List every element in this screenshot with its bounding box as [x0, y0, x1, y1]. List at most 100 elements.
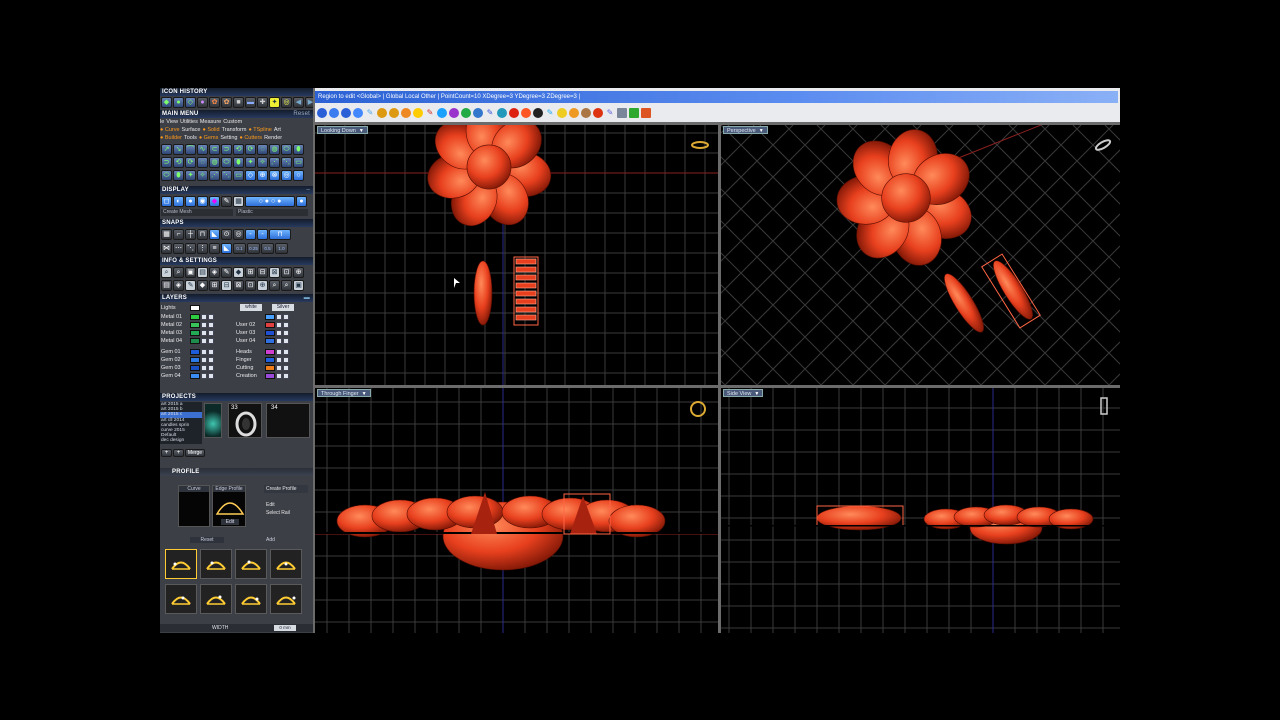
snap-value[interactable]: 0.5	[261, 243, 274, 254]
curve-tool-icon[interactable]: ⟳	[185, 157, 196, 168]
toolbar-tool-icon[interactable]	[569, 107, 579, 118]
menu-item[interactable]: View	[166, 119, 178, 125]
menu-item[interactable]: Render	[264, 135, 282, 141]
toolbar-tool-icon[interactable]	[461, 107, 471, 118]
layer-color-swatch[interactable]	[265, 356, 275, 363]
toolbar-tool-icon[interactable]	[401, 107, 411, 118]
history-icon[interactable]: ✚	[257, 97, 268, 108]
menu-item[interactable]: ● Solid	[203, 127, 220, 133]
snap-value[interactable]: 1.0	[275, 243, 288, 254]
layer-lock-checkbox[interactable]	[283, 364, 289, 371]
history-icon[interactable]: ◎	[281, 97, 292, 108]
viewport-canvas[interactable]	[721, 388, 1120, 633]
layer-visibility-checkbox[interactable]	[201, 337, 207, 344]
menu-item[interactable]: Surface	[182, 127, 201, 133]
curve-tool-icon[interactable]: ⟲	[173, 157, 184, 168]
curve-tool-icon[interactable]: ✦	[245, 157, 256, 168]
snap-icon[interactable]: ⋮	[197, 243, 208, 254]
info-tool-icon[interactable]: ⊕	[293, 267, 304, 278]
info-tool-icon[interactable]: ⊡	[245, 280, 256, 291]
layer-color-swatch[interactable]	[265, 337, 275, 344]
menu-item[interactable]: Custom	[223, 119, 242, 125]
layer-color-swatch[interactable]	[190, 329, 200, 336]
toolbar-tool-icon[interactable]: ✎	[425, 108, 435, 118]
toolbar-tool-icon[interactable]	[533, 107, 543, 118]
layer-visibility-checkbox[interactable]	[276, 337, 282, 344]
curve-tool-icon[interactable]: ✧	[197, 170, 208, 181]
history-icon[interactable]: ●	[173, 97, 184, 108]
layer-color-swatch[interactable]	[190, 313, 200, 320]
project-thumbnail[interactable]: 34	[266, 403, 310, 438]
layer-lock-checkbox[interactable]	[208, 313, 214, 320]
toolbar-tool-icon[interactable]: ✎	[365, 108, 375, 118]
curve-tool-icon[interactable]: ◌	[197, 157, 208, 168]
viewport-canvas[interactable]	[721, 125, 1120, 385]
merge-button[interactable]: Merge	[185, 449, 205, 457]
toolbar-tool-icon[interactable]	[317, 107, 327, 118]
info-tool-icon[interactable]: ⊠	[269, 267, 280, 278]
curve-tool-icon[interactable]: ⬭	[161, 170, 172, 181]
display-mode-1[interactable]: Create Mesh	[161, 209, 233, 216]
info-tool-icon[interactable]: ⊡	[281, 267, 292, 278]
curve-tool-icon[interactable]: ⬮	[233, 157, 244, 168]
layer-color-swatch[interactable]	[190, 372, 200, 379]
layer-lock-checkbox[interactable]	[208, 372, 214, 379]
layer-visibility-checkbox[interactable]	[276, 348, 282, 355]
layer-color-swatch[interactable]	[190, 364, 200, 371]
info-tool-icon[interactable]: ▤	[197, 267, 208, 278]
toolbar-tool-icon[interactable]: ✎	[545, 108, 555, 118]
toolbar-tool-icon[interactable]	[341, 107, 351, 118]
curve-tool-icon[interactable]: ↗	[161, 144, 172, 155]
info-tool-icon[interactable]: ⌕	[281, 280, 292, 291]
layer-lock-checkbox[interactable]	[208, 364, 214, 371]
profile-vertical-tool-icon[interactable]	[200, 549, 232, 579]
history-forward-arrow-icon[interactable]: ▶	[305, 97, 313, 108]
add-button[interactable]: Add	[264, 537, 308, 543]
layer-color-swatch[interactable]	[265, 364, 275, 371]
layer-visibility-checkbox[interactable]	[276, 356, 282, 363]
layer-color-swatch[interactable]	[190, 348, 200, 355]
layer-lock-checkbox[interactable]	[208, 329, 214, 336]
curve-tool-icon[interactable]: ⋱	[281, 157, 292, 168]
snap-icon[interactable]: ⋯	[173, 243, 184, 254]
curve-tool-icon[interactable]: ∿	[197, 144, 208, 155]
layer-visibility-checkbox[interactable]	[276, 329, 282, 336]
toolbar-tool-icon[interactable]	[377, 107, 387, 118]
snap-icon[interactable]: -	[257, 229, 268, 240]
profile-lock-tool-icon[interactable]	[165, 584, 197, 614]
info-tool-icon[interactable]: ⌕	[173, 267, 184, 278]
layer-color-swatch[interactable]	[265, 372, 275, 379]
curve-tool-icon[interactable]: ◍	[209, 157, 220, 168]
layer-lock-checkbox[interactable]	[283, 321, 289, 328]
layer-lock-checkbox[interactable]	[283, 372, 289, 379]
curve-tool-icon[interactable]: ✧	[257, 157, 268, 168]
layer-color-swatch[interactable]	[190, 356, 200, 363]
snap-icon[interactable]: ▦	[161, 229, 172, 240]
history-icon[interactable]: ●	[197, 97, 208, 108]
viewport-canvas[interactable]	[315, 125, 718, 385]
snap-icon[interactable]: -	[245, 229, 256, 240]
toolbar-tool-icon[interactable]	[449, 107, 459, 118]
project-add-icon[interactable]: +	[173, 449, 184, 457]
project-thumbnail[interactable]	[204, 403, 222, 438]
layer-swatch[interactable]	[190, 304, 200, 311]
curve-tool-icon[interactable]: ⊕	[257, 170, 268, 181]
curve-tool-icon[interactable]: ▭	[293, 157, 304, 168]
create-profile-button[interactable]: Create Profile	[264, 485, 308, 493]
profile-edit-button[interactable]: Edit	[221, 519, 239, 525]
snap-icon[interactable]: ┼	[185, 229, 196, 240]
toolbar-tool-icon[interactable]	[437, 107, 447, 118]
layer-lock-checkbox[interactable]	[283, 356, 289, 363]
curve-tool-icon[interactable]: ⊗	[269, 170, 280, 181]
toolbar-tool-icon[interactable]	[353, 107, 363, 118]
display-edit-icon[interactable]: ✎	[221, 196, 232, 207]
info-tool-icon[interactable]: ✎	[185, 280, 196, 291]
layer-lock-checkbox[interactable]	[283, 313, 289, 320]
menu-item[interactable]: Art	[274, 127, 281, 133]
profile-mirror-tool-icon[interactable]	[235, 584, 267, 614]
layer-lock-checkbox[interactable]	[283, 337, 289, 344]
profile-scale-tool-icon[interactable]	[200, 584, 232, 614]
layer-lock-checkbox[interactable]	[208, 348, 214, 355]
info-tool-icon[interactable]: ▤	[161, 280, 172, 291]
menu-item[interactable]: ● Builder	[160, 135, 182, 141]
